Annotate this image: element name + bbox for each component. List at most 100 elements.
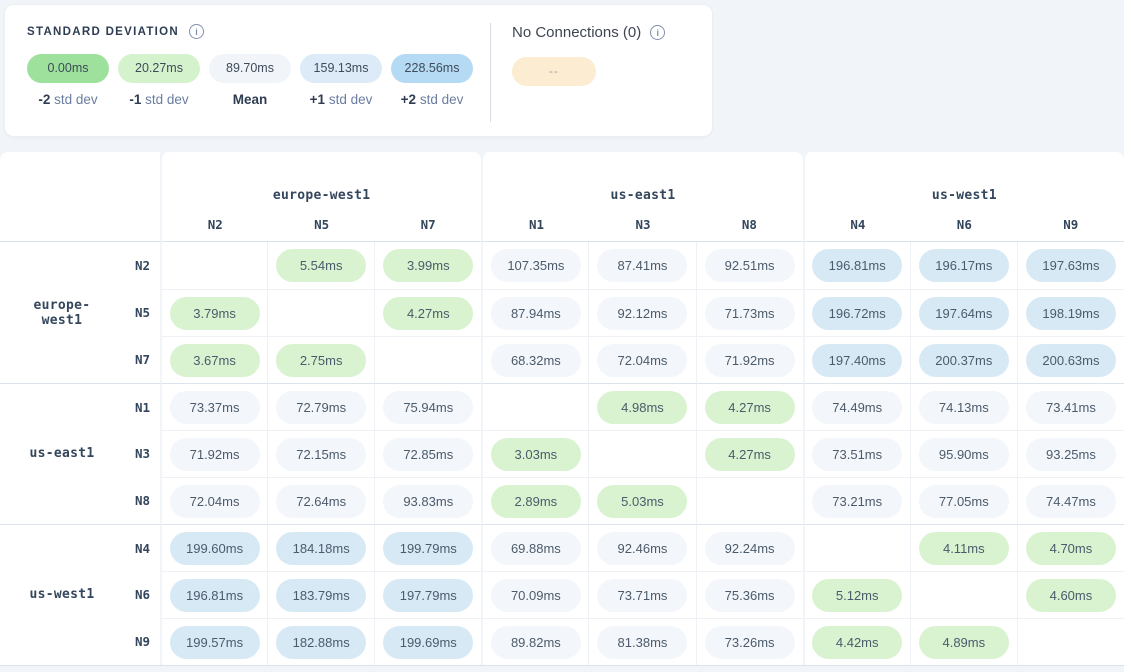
latency-pill[interactable]: 5.54ms [276,249,366,282]
latency-pill[interactable]: 4.70ms [1026,532,1116,565]
latency-pill[interactable]: 74.47ms [1026,485,1116,518]
std-dev-chip: 0.00ms [27,54,109,83]
latency-pill[interactable]: 74.49ms [812,391,902,424]
latency-pill[interactable]: 2.89ms [491,485,581,518]
latency-pill[interactable]: 74.13ms [919,391,1009,424]
latency-pill[interactable]: 196.17ms [919,249,1009,282]
row-header: N2 [0,242,160,289]
latency-cell: 197.79ms [374,571,481,618]
latency-pill[interactable]: 87.94ms [491,297,581,330]
latency-pill[interactable]: 4.89ms [919,626,1009,659]
latency-pill[interactable]: 75.36ms [705,579,795,612]
latency-pill[interactable]: 4.27ms [705,438,795,471]
std-dev-labels: -2 std dev-1 std devMean+1 std dev+2 std… [27,92,473,107]
latency-pill[interactable]: 73.51ms [812,438,902,471]
latency-pill[interactable]: 197.79ms [383,579,473,612]
latency-pill[interactable]: 199.69ms [383,626,473,659]
latency-pill[interactable]: 92.12ms [597,297,687,330]
latency-cell: 71.92ms [696,336,803,383]
row-header: N9 [0,618,160,665]
latency-pill[interactable]: 199.79ms [383,532,473,565]
latency-pill[interactable]: 196.81ms [170,579,260,612]
latency-pill[interactable]: 5.12ms [812,579,902,612]
latency-pill[interactable]: 199.60ms [170,532,260,565]
latency-pill[interactable]: 196.72ms [812,297,902,330]
latency-pill[interactable]: 72.79ms [276,391,366,424]
latency-pill[interactable]: 72.15ms [276,438,366,471]
latency-pill[interactable]: 72.85ms [383,438,473,471]
latency-pill[interactable]: 92.46ms [597,532,687,565]
latency-pill[interactable]: 200.63ms [1026,344,1116,377]
row-header: us-east1N3 [0,430,160,477]
latency-pill[interactable]: 198.19ms [1026,297,1116,330]
latency-pill[interactable]: 71.73ms [705,297,795,330]
latency-pill[interactable]: 2.75ms [276,344,366,377]
column-region-label: europe-west1 [162,188,481,203]
latency-pill[interactable]: 73.37ms [170,391,260,424]
latency-pill[interactable]: 87.41ms [597,249,687,282]
latency-pill[interactable]: 197.40ms [812,344,902,377]
column-node-label: N7 [375,217,481,232]
latency-pill[interactable]: 3.79ms [170,297,260,330]
latency-pill[interactable]: 73.41ms [1026,391,1116,424]
latency-pill[interactable]: 77.05ms [919,485,1009,518]
latency-cell: 92.51ms [696,242,803,289]
latency-pill[interactable]: 71.92ms [705,344,795,377]
latency-pill[interactable]: 183.79ms [276,579,366,612]
info-icon[interactable]: i [189,24,204,39]
latency-pill[interactable]: 73.21ms [812,485,902,518]
column-node-label: N3 [590,217,696,232]
latency-pill[interactable]: 3.67ms [170,344,260,377]
latency-pill[interactable]: 69.88ms [491,532,581,565]
latency-pill[interactable]: 92.24ms [705,532,795,565]
latency-pill[interactable]: 81.38ms [597,626,687,659]
latency-pill[interactable]: 93.83ms [383,485,473,518]
latency-pill[interactable]: 71.92ms [170,438,260,471]
latency-pill[interactable]: 107.35ms [491,249,581,282]
latency-pill[interactable]: 73.26ms [705,626,795,659]
info-icon[interactable]: i [650,25,665,40]
latency-cell: 4.27ms [374,289,481,336]
latency-pill[interactable]: 95.90ms [919,438,1009,471]
latency-pill[interactable]: 184.18ms [276,532,366,565]
row-node-label: N8 [110,493,150,508]
latency-pill[interactable]: 4.27ms [383,297,473,330]
latency-pill[interactable]: 3.99ms [383,249,473,282]
latency-pill[interactable]: 73.71ms [597,579,687,612]
latency-cell: 72.85ms [374,430,481,477]
latency-cell: 4.42ms [803,618,910,665]
latency-pill[interactable]: 4.60ms [1026,579,1116,612]
std-dev-chip: 228.56ms [391,54,473,83]
latency-pill[interactable]: 5.03ms [597,485,687,518]
latency-pill[interactable]: 72.64ms [276,485,366,518]
latency-pill[interactable]: 199.57ms [170,626,260,659]
latency-pill[interactable]: 4.27ms [705,391,795,424]
latency-pill[interactable]: 3.03ms [491,438,581,471]
latency-cell: 87.94ms [481,289,588,336]
latency-pill[interactable]: 89.82ms [491,626,581,659]
latency-pill[interactable]: 92.51ms [705,249,795,282]
legend-divider [490,23,491,122]
latency-pill[interactable]: 72.04ms [170,485,260,518]
row-region-label: us-east1 [14,446,110,461]
std-dev-chip: 159.13ms [300,54,382,83]
latency-pill[interactable]: 200.37ms [919,344,1009,377]
latency-pill[interactable]: 196.81ms [812,249,902,282]
latency-pill[interactable]: 93.25ms [1026,438,1116,471]
latency-pill[interactable]: 68.32ms [491,344,581,377]
latency-pill[interactable]: 72.04ms [597,344,687,377]
latency-pill[interactable]: 75.94ms [383,391,473,424]
latency-pill[interactable]: 182.88ms [276,626,366,659]
latency-pill[interactable]: 4.42ms [812,626,902,659]
latency-pill[interactable]: 70.09ms [491,579,581,612]
column-node-label: N9 [1018,217,1124,232]
row-node-label: N5 [110,305,150,320]
latency-pill[interactable]: 4.98ms [597,391,687,424]
row-header: N8 [0,477,160,524]
row-node-label: N2 [110,258,150,273]
latency-pill[interactable]: 4.11ms [919,532,1009,565]
latency-pill[interactable]: 197.64ms [919,297,1009,330]
latency-cell: 69.88ms [481,524,588,571]
column-group-header: us-west1N4N6N9 [803,152,1124,242]
latency-pill[interactable]: 197.63ms [1026,249,1116,282]
